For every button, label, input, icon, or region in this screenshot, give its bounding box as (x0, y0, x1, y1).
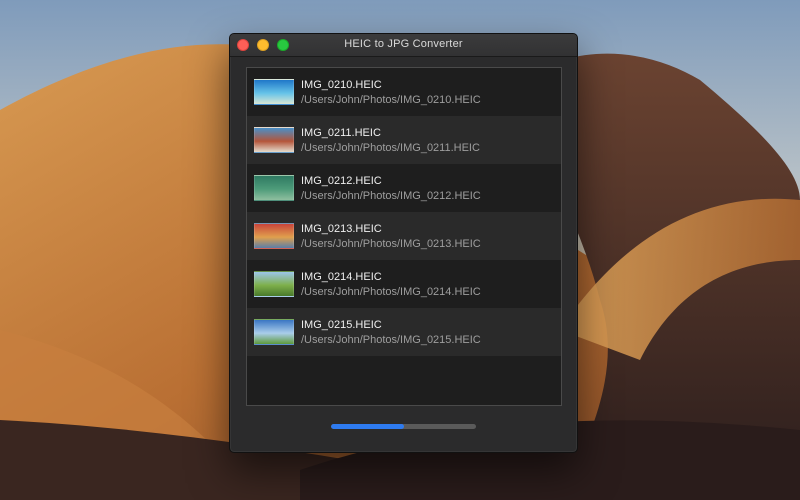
progress-fill (331, 424, 404, 429)
photo-thumbnail (254, 175, 294, 201)
photo-thumbnail (254, 79, 294, 105)
file-path: /Users/John/Photos/IMG_0213.HEIC (301, 238, 481, 250)
file-row[interactable]: IMG_0210.HEIC /Users/John/Photos/IMG_021… (247, 68, 561, 116)
file-name: IMG_0213.HEIC (301, 223, 382, 235)
file-name: IMG_0214.HEIC (301, 271, 382, 283)
file-path: /Users/John/Photos/IMG_0212.HEIC (301, 190, 481, 202)
photo-thumbnail (254, 319, 294, 345)
file-name: IMG_0210.HEIC (301, 79, 382, 91)
file-row[interactable]: IMG_0215.HEIC /Users/John/Photos/IMG_021… (247, 308, 561, 356)
file-path: /Users/John/Photos/IMG_0211.HEIC (301, 142, 480, 154)
file-row[interactable]: IMG_0212.HEIC /Users/John/Photos/IMG_021… (247, 164, 561, 212)
photo-thumbnail (254, 271, 294, 297)
converter-window: HEIC to JPG Converter IMG_0210.HEIC /Use… (229, 33, 578, 453)
file-name: IMG_0215.HEIC (301, 319, 382, 331)
file-list[interactable]: IMG_0210.HEIC /Users/John/Photos/IMG_021… (246, 67, 562, 406)
window-title: HEIC to JPG Converter (344, 38, 463, 50)
file-row[interactable]: IMG_0214.HEIC /Users/John/Photos/IMG_021… (247, 260, 561, 308)
photo-thumbnail (254, 127, 294, 153)
file-path: /Users/John/Photos/IMG_0215.HEIC (301, 334, 481, 346)
conversion-progress-bar (331, 424, 476, 429)
file-row[interactable]: IMG_0211.HEIC /Users/John/Photos/IMG_021… (247, 116, 561, 164)
file-path: /Users/John/Photos/IMG_0214.HEIC (301, 286, 481, 298)
file-row[interactable]: IMG_0213.HEIC /Users/John/Photos/IMG_021… (247, 212, 561, 260)
title-bar[interactable]: HEIC to JPG Converter (230, 34, 577, 57)
file-name: IMG_0211.HEIC (301, 127, 381, 139)
file-path: /Users/John/Photos/IMG_0210.HEIC (301, 94, 481, 106)
photo-thumbnail (254, 223, 294, 249)
file-name: IMG_0212.HEIC (301, 175, 382, 187)
